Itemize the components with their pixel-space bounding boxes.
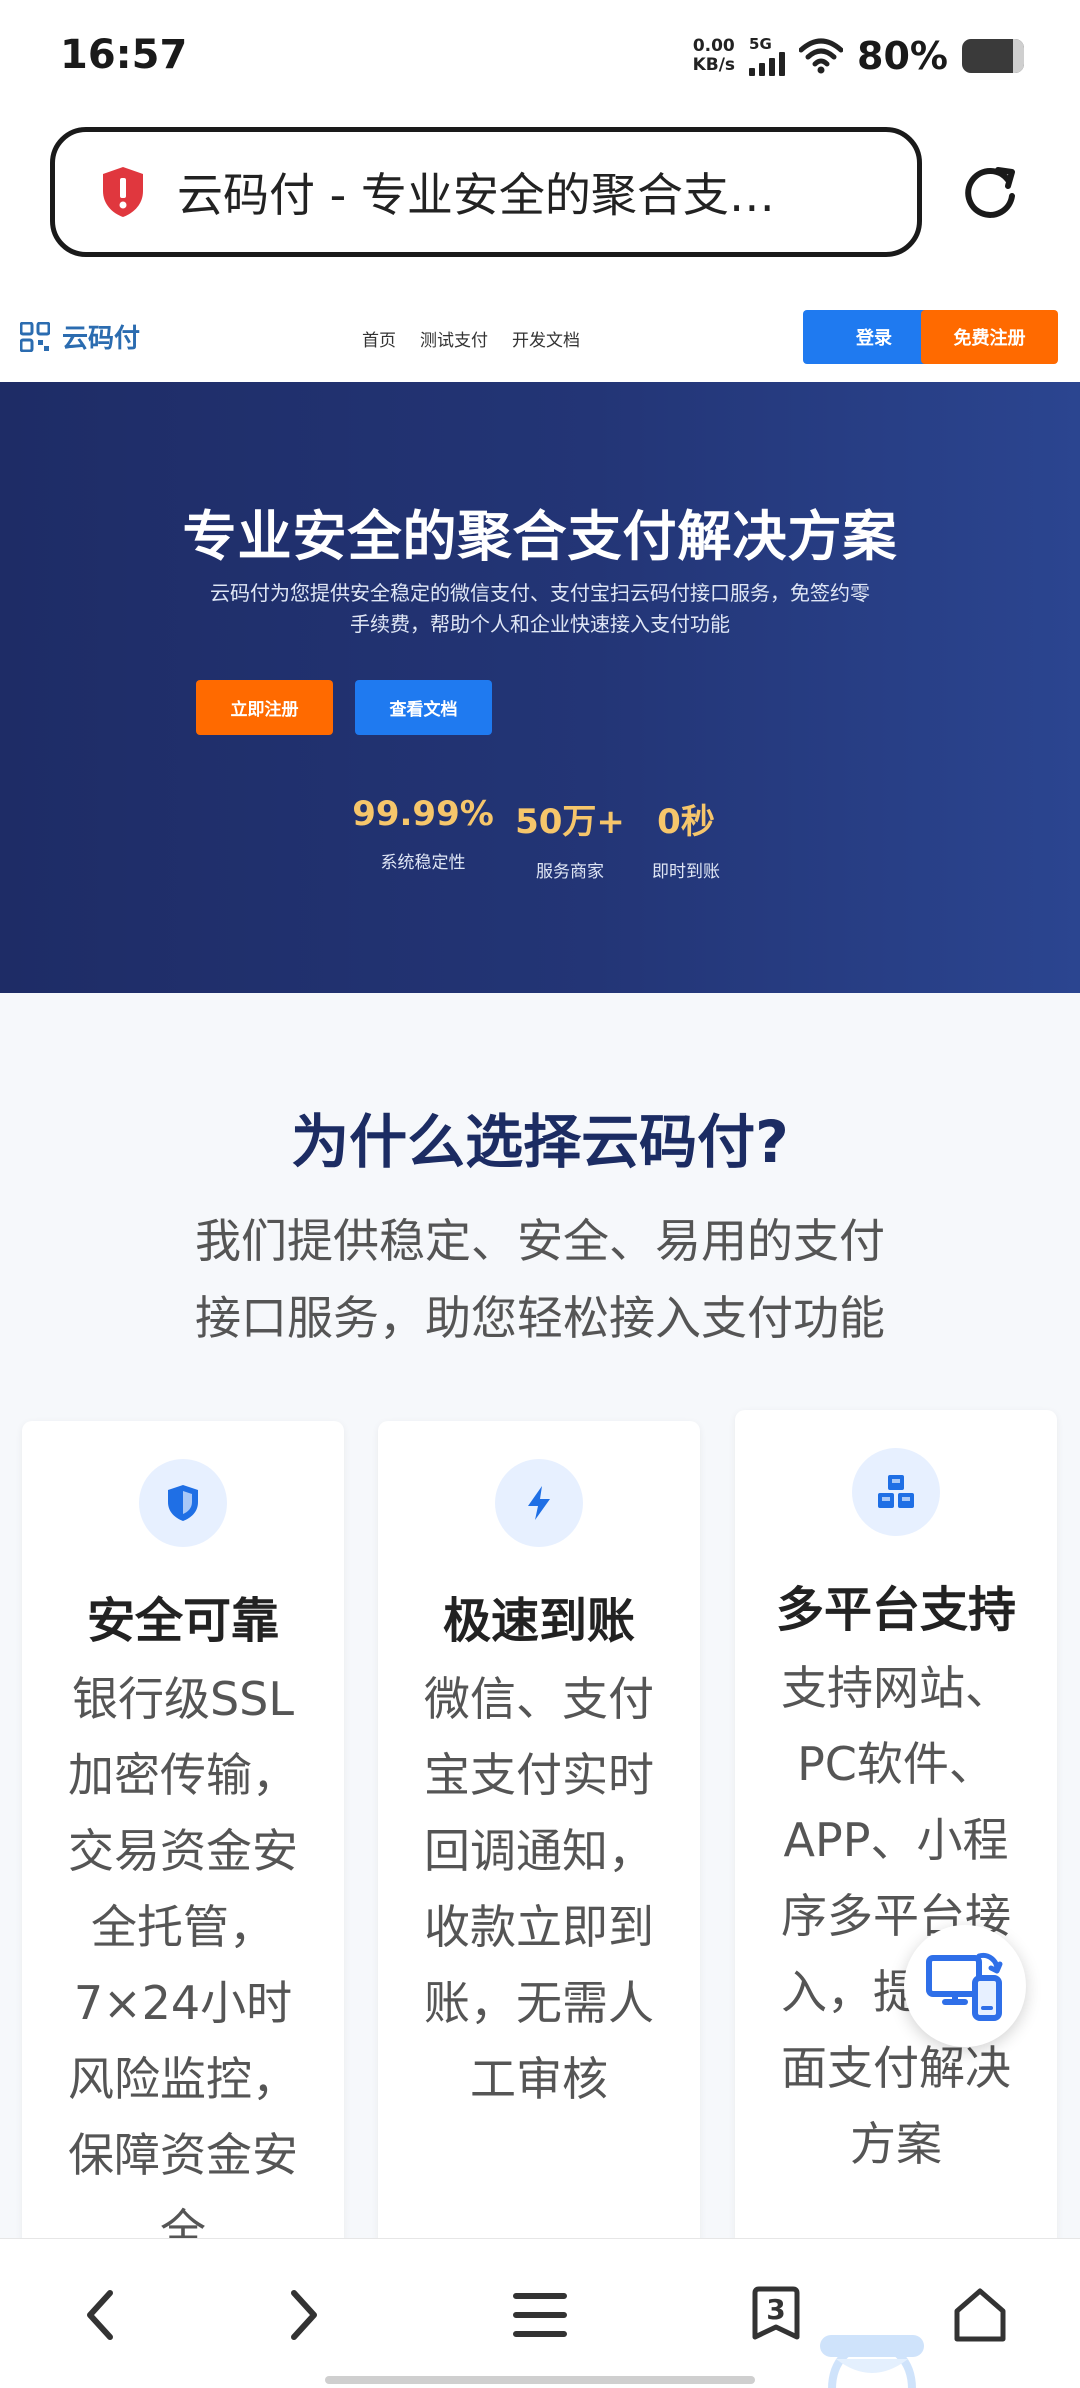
back-button[interactable] bbox=[60, 2275, 140, 2355]
card-desc-line: 银行级SSL bbox=[71, 1672, 295, 1726]
stat-label: 服务商家 bbox=[536, 862, 604, 882]
card-desc-line: APP、小程 bbox=[783, 1813, 1009, 1867]
feature-card-multi-platform: 多平台支持 支持网站、 PC软件、 APP、小程 序多平台接 入，提供全 面支付… bbox=[735, 1410, 1057, 2310]
feature-card-security: 安全可靠 银行级SSL 加密传输， 交易资金安 全托管， 7×24小时 风险监控… bbox=[22, 1421, 344, 2321]
stat-instant: 0秒 即时到账 bbox=[640, 794, 732, 882]
card-desc-line: 7×24小时 bbox=[73, 1976, 293, 2030]
hamburger-menu-icon bbox=[513, 2293, 567, 2337]
home-button[interactable] bbox=[940, 2275, 1020, 2355]
net-speed: 0.00 KB/s bbox=[693, 37, 735, 75]
hero-subtitle-line: 云码付为您提供安全稳定的微信支付、支付宝扫云码付接口服务，免签约零 bbox=[210, 581, 870, 605]
card-description: 支持网站、 PC软件、 APP、小程 序多平台接 入，提供全 面支付解决 方案 bbox=[771, 1650, 1021, 2182]
nav-links: 首页 测试支付 开发文档 bbox=[362, 326, 580, 351]
feature-card-fast-settlement: 极速到账 微信、支付 宝支付实时 回调通知， 收款立即到 账，无需人 工审核 bbox=[378, 1421, 700, 2321]
card-desc-line: PC软件、 bbox=[797, 1737, 995, 1791]
browser-toolbar: 3 bbox=[0, 2238, 1080, 2388]
net-speed-unit: KB/s bbox=[692, 55, 736, 75]
card-title: 多平台支持 bbox=[775, 1582, 1016, 1638]
card-description: 银行级SSL 加密传输， 交易资金安 全托管， 7×24小时 风险监控， 保障资… bbox=[58, 1661, 308, 2269]
stat-merchants: 50万+ 服务商家 bbox=[510, 794, 630, 882]
card-desc-line: 全托管， bbox=[91, 1900, 275, 1954]
menu-button[interactable] bbox=[500, 2275, 580, 2355]
battery-icon bbox=[962, 39, 1024, 73]
nav-link-test-payment[interactable]: 测试支付 bbox=[420, 326, 488, 351]
nav-link-dev-docs[interactable]: 开发文档 bbox=[512, 326, 580, 351]
card-desc-line: 宝支付实时 bbox=[424, 1748, 654, 1802]
card-desc-line: 交易资金安 bbox=[68, 1824, 298, 1878]
home-indicator bbox=[325, 2376, 755, 2384]
tabs-button[interactable]: 3 bbox=[736, 2275, 816, 2355]
hero-section: 专业安全的聚合支付解决方案 云码付为您提供安全稳定的微信支付、支付宝扫云码付接口… bbox=[0, 382, 1080, 993]
cellular-signal-icon: 5G bbox=[749, 35, 786, 76]
hero-title: 专业安全的聚合支付解决方案 bbox=[182, 505, 898, 568]
home-icon bbox=[954, 2288, 1006, 2342]
stat-label: 系统稳定性 bbox=[380, 853, 466, 873]
why-choose-section: 为什么选择云码付? 我们提供稳定、安全、易用的支付 接口服务，助您轻松接入支付功… bbox=[0, 993, 1080, 2321]
free-register-button[interactable]: 免费注册 bbox=[921, 310, 1058, 364]
nav-link-home[interactable]: 首页 bbox=[362, 326, 396, 351]
stat-value: 0秒 bbox=[657, 802, 715, 842]
forward-button[interactable] bbox=[264, 2275, 344, 2355]
card-title: 极速到账 bbox=[442, 1593, 635, 1649]
lightning-icon bbox=[495, 1459, 583, 1547]
status-time: 16:57 bbox=[60, 32, 188, 78]
card-desc-line: 回调通知， bbox=[424, 1824, 654, 1878]
hero-subtitle-line: 手续费，帮助个人和企业快速接入支付功能 bbox=[350, 612, 730, 636]
card-desc-line: 保障资金安 bbox=[68, 2128, 298, 2182]
wifi-icon bbox=[799, 38, 844, 74]
network-type: 5G bbox=[749, 35, 772, 53]
site-header: 云码付 首页 测试支付 开发文档 登录 免费注册 bbox=[0, 290, 1080, 382]
hero-subtitle: 云码付为您提供安全稳定的微信支付、支付宝扫云码付接口服务，免签约零 手续费，帮助… bbox=[200, 578, 880, 640]
site-logo[interactable]: 云码付 bbox=[20, 318, 140, 355]
shield-icon bbox=[139, 1459, 227, 1547]
section-subtitle-line: 接口服务，助您轻松接入支付功能 bbox=[195, 1291, 885, 1345]
security-warning-icon[interactable] bbox=[99, 165, 147, 219]
tab-count: 3 bbox=[766, 2293, 786, 2326]
card-title: 安全可靠 bbox=[86, 1593, 279, 1649]
chevron-right-icon bbox=[291, 2290, 317, 2340]
status-icons: 0.00 KB/s 5G 80% bbox=[693, 34, 1024, 78]
card-desc-line: 支持网站、 bbox=[781, 1661, 1011, 1715]
card-desc-line: 加密传输， bbox=[68, 1748, 298, 1802]
status-bar: 16:57 0.00 KB/s 5G 80% bbox=[0, 0, 1080, 115]
stat-value: 99.99% bbox=[352, 794, 494, 834]
page-title-in-address-bar[interactable]: 云码付 - 专业安全的聚合支… bbox=[177, 159, 775, 225]
reload-icon[interactable] bbox=[958, 160, 1022, 224]
card-description: 微信、支付 宝支付实时 回调通知， 收款立即到 账，无需人 工审核 bbox=[414, 1661, 664, 2117]
section-title: 为什么选择云码付? bbox=[291, 1108, 789, 1176]
net-speed-value: 0.00 bbox=[692, 36, 735, 56]
logo-text: 云码付 bbox=[62, 324, 141, 354]
card-desc-line: 微信、支付 bbox=[424, 1672, 654, 1726]
stat-stability: 99.99% 系统稳定性 bbox=[350, 794, 496, 873]
card-desc-line: 风险监控， bbox=[68, 2052, 298, 2106]
stat-label: 即时到账 bbox=[652, 862, 720, 882]
cubes-icon bbox=[852, 1448, 940, 1536]
card-desc-line: 收款立即到 bbox=[424, 1900, 654, 1954]
view-docs-button[interactable]: 查看文档 bbox=[355, 680, 492, 735]
stat-value: 50万+ bbox=[515, 802, 625, 842]
section-subtitle: 我们提供稳定、安全、易用的支付 接口服务，助您轻松接入支付功能 bbox=[160, 1203, 920, 1357]
desktop-mobile-icon bbox=[926, 1952, 1003, 2021]
mascot-icon bbox=[820, 2335, 924, 2388]
address-bar[interactable]: 云码付 - 专业安全的聚合支… bbox=[50, 127, 922, 257]
chevron-left-icon bbox=[87, 2290, 113, 2340]
qr-code-icon bbox=[20, 321, 50, 352]
section-subtitle-line: 我们提供稳定、安全、易用的支付 bbox=[195, 1214, 885, 1268]
card-desc-line: 工审核 bbox=[470, 2052, 608, 2106]
card-desc-line: 方案 bbox=[850, 2117, 942, 2171]
battery-percentage: 80% bbox=[857, 34, 948, 78]
register-now-button[interactable]: 立即注册 bbox=[196, 680, 333, 735]
floating-devices-button[interactable] bbox=[904, 1925, 1026, 2047]
card-desc-line: 账，无需人 bbox=[424, 1976, 654, 2030]
